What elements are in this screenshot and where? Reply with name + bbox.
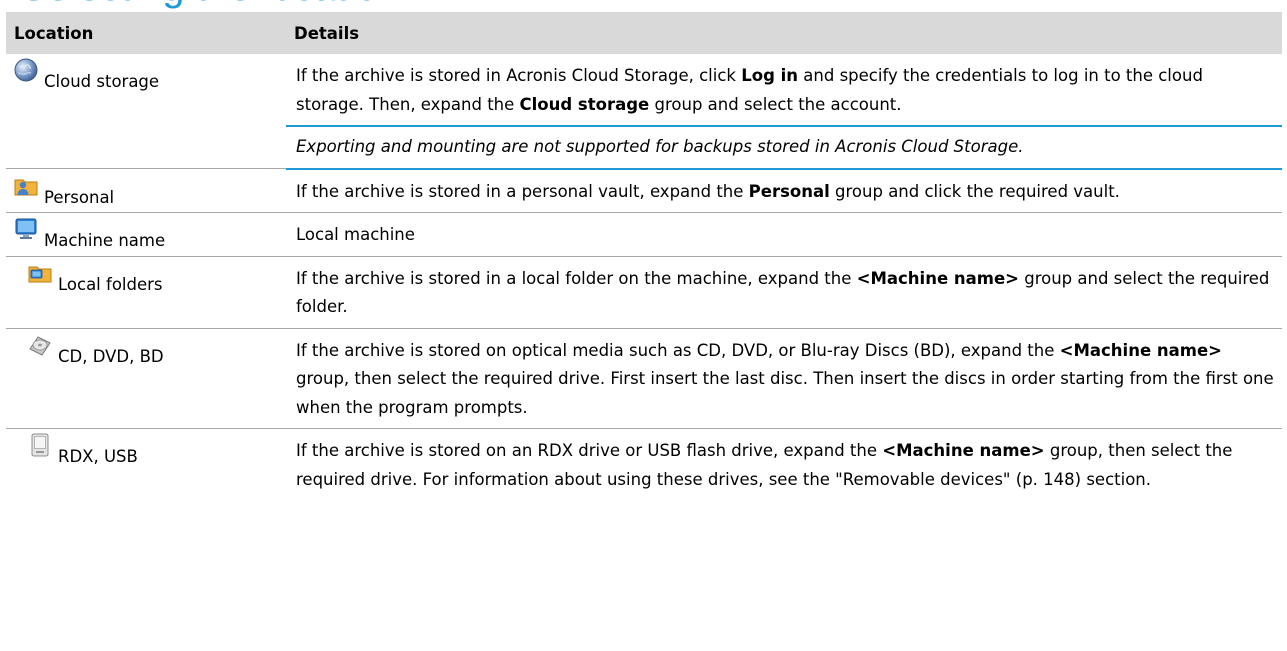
column-header-details: Details bbox=[286, 12, 1282, 54]
table-row-rdx-usb: RDX, USB If the archive is stored on an … bbox=[6, 429, 1282, 500]
optical-disc-icon bbox=[28, 333, 52, 357]
personal-vault-icon bbox=[14, 174, 38, 198]
folder-icon bbox=[28, 261, 52, 285]
table-header-row: Location Details bbox=[6, 12, 1282, 54]
location-label: RDX, USB bbox=[58, 447, 138, 466]
location-label: Personal bbox=[44, 187, 115, 207]
table-row-optical-media: CD, DVD, BD If the archive is stored on … bbox=[6, 329, 1282, 429]
removable-drive-icon bbox=[28, 433, 52, 457]
details-cell: If the archive is stored in a local fold… bbox=[296, 268, 1270, 317]
note-cell: Exporting and mounting are not supported… bbox=[286, 125, 1282, 170]
location-label: Cloud storage bbox=[44, 72, 160, 91]
details-cell: If the archive is stored in Acronis Clou… bbox=[296, 66, 1203, 114]
location-label: CD, DVD, BD bbox=[58, 346, 164, 366]
location-label: Machine name bbox=[44, 231, 166, 250]
table-row-cloud-storage: Cloud storage If the archive is stored i… bbox=[6, 54, 1282, 126]
details-cell: If the archive is stored in a personal v… bbox=[296, 181, 1120, 201]
table-row-machine-name: Machine name Local machine bbox=[6, 213, 1282, 256]
globe-icon bbox=[14, 58, 38, 82]
section-heading: Selecting the location bbox=[20, 0, 1220, 10]
details-cell: If the archive is stored on optical medi… bbox=[296, 340, 1274, 417]
table-row-personal: Personal If the archive is stored in a p… bbox=[6, 170, 1282, 213]
details-cell: If the archive is stored on an RDX drive… bbox=[296, 441, 1233, 489]
column-header-location: Location bbox=[6, 12, 286, 54]
table-row-local-folders: Local folders If the archive is stored i… bbox=[6, 257, 1282, 329]
details-cell: Local machine bbox=[296, 225, 415, 244]
computer-icon bbox=[14, 217, 38, 241]
location-label: Local folders bbox=[58, 274, 163, 294]
location-table: Location Details Cloud storage If the ar… bbox=[6, 12, 1282, 500]
